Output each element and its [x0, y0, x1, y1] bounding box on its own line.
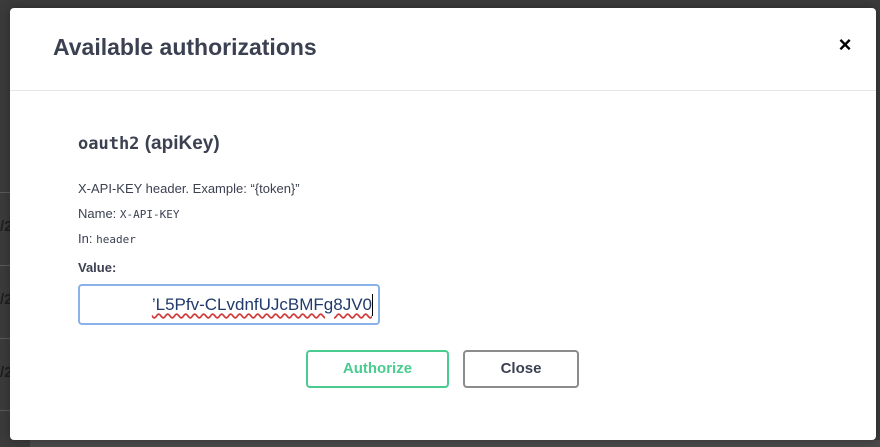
- auth-scheme-title: oauth2 (apiKey): [78, 133, 220, 155]
- value-label: Value:: [78, 260, 117, 275]
- close-icon[interactable]: ×: [832, 32, 858, 58]
- background-text-fragment: /2: [0, 364, 10, 381]
- auth-in-value: header: [96, 233, 136, 246]
- dialog-title: Available authorizations: [53, 34, 317, 60]
- auth-in-row: In: header: [78, 231, 136, 246]
- auth-name-label: Name:: [78, 206, 117, 221]
- auth-name-value: X-API-KEY: [119, 208, 180, 221]
- auth-description: X-API-KEY header. Example: “{token}”: [78, 181, 300, 196]
- auth-scheme-type: (apiKey): [144, 133, 220, 154]
- close-button[interactable]: Close: [463, 350, 579, 388]
- text-caret: [372, 294, 373, 316]
- auth-in-label: In:: [78, 231, 93, 246]
- authorization-dialog: Available authorizations × oauth2 (apiKe…: [10, 8, 876, 440]
- auth-scheme-name: oauth2: [78, 134, 140, 154]
- background-text-fragment: /2: [0, 291, 10, 308]
- authorize-button[interactable]: Authorize: [306, 350, 449, 388]
- dialog-header: Available authorizations ×: [10, 8, 876, 91]
- api-key-input-value: ’L5Pfv-CLvdnfUJcBMFg8JV0: [151, 295, 372, 314]
- background-text-fragment: /2: [0, 218, 10, 235]
- background-strip: [30, 440, 880, 447]
- api-key-input[interactable]: ’L5Pfv-CLvdnfUJcBMFg8JV0: [78, 284, 380, 325]
- auth-name-row: Name: X-API-KEY: [78, 206, 180, 221]
